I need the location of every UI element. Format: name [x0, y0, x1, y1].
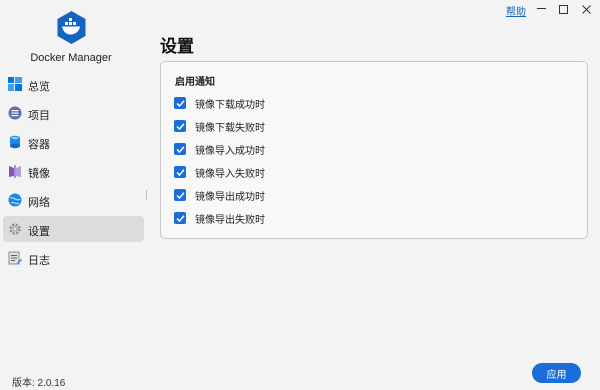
minimize-button[interactable] [529, 0, 553, 18]
minimize-icon [536, 8, 546, 9]
checkbox-label: 镜像导出失败时 [195, 214, 265, 226]
apply-button[interactable]: 应用 [532, 363, 581, 383]
checkbox-label: 镜像导入成功时 [195, 145, 265, 157]
sidebar-item-logs[interactable]: 日志 [3, 245, 144, 271]
sidebar-item-containers[interactable]: 容器 [3, 129, 144, 155]
option-image-export-success[interactable]: 镜像导出成功时 [174, 188, 265, 203]
check-icon [175, 214, 185, 222]
checkbox[interactable] [174, 212, 186, 224]
sidebar-item-overview[interactable]: 总览 [3, 71, 144, 97]
sidebar-item-label: 总览 [28, 81, 50, 93]
panel-header: 启用通知 [175, 77, 215, 88]
sidebar-item-label: 容器 [28, 139, 50, 151]
close-icon [581, 4, 591, 14]
sidebar-item-network[interactable]: 网络 [3, 187, 144, 213]
option-image-export-failure[interactable]: 镜像导出失败时 [174, 211, 265, 226]
version-label: 版本: 2.0.16 [12, 378, 66, 389]
help-link[interactable]: 帮助 [506, 3, 526, 18]
sidebar-item-settings[interactable]: 设置 [3, 216, 144, 242]
globe-icon [8, 193, 22, 207]
close-button[interactable] [574, 0, 598, 18]
maximize-button[interactable] [551, 0, 575, 18]
checkbox-label: 镜像下载成功时 [195, 99, 265, 111]
list-icon [8, 106, 22, 120]
sidebar-item-projects[interactable]: 项目 [3, 100, 144, 126]
notification-panel: 启用通知 镜像下载成功时 镜像下载失败时 镜像导入成功时 镜像导入失败时 镜像导… [160, 61, 588, 239]
gear-icon [8, 222, 22, 236]
sidebar-item-label: 网络 [28, 197, 50, 209]
docker-whale-icon [57, 11, 86, 44]
database-icon [8, 135, 22, 149]
checkbox-label: 镜像下载失败时 [195, 122, 265, 134]
log-icon [8, 251, 22, 265]
checkbox[interactable] [174, 120, 186, 132]
sidebar-item-label: 设置 [28, 226, 50, 238]
sidebar-item-label: 项目 [28, 110, 50, 122]
sidebar: Docker Manager 总览 项目 容器 镜像 网络 设置 日志 版本: … [0, 0, 150, 390]
option-image-import-failure[interactable]: 镜像导入失败时 [174, 165, 265, 180]
check-icon [175, 145, 185, 153]
sidebar-item-label: 日志 [28, 255, 50, 267]
check-icon [175, 99, 185, 107]
page-title: 设置 [160, 37, 194, 56]
option-image-download-success[interactable]: 镜像下载成功时 [174, 96, 265, 111]
maximize-icon [558, 4, 568, 14]
check-icon [175, 168, 185, 176]
mirror-icon [8, 164, 22, 178]
app-name: Docker Manager [30, 52, 112, 64]
sidebar-splitter[interactable] [146, 190, 147, 200]
sidebar-item-label: 镜像 [28, 168, 50, 180]
checkbox-label: 镜像导出成功时 [195, 191, 265, 203]
option-image-import-success[interactable]: 镜像导入成功时 [174, 142, 265, 157]
option-image-download-failure[interactable]: 镜像下载失败时 [174, 119, 265, 134]
sidebar-nav: 总览 项目 容器 镜像 网络 设置 日志 [3, 71, 144, 274]
windows-grid-icon [8, 77, 22, 91]
check-icon [175, 122, 185, 130]
checkbox[interactable] [174, 189, 186, 201]
checkbox-label: 镜像导入失败时 [195, 168, 265, 180]
checkbox[interactable] [174, 143, 186, 155]
sidebar-item-images[interactable]: 镜像 [3, 158, 144, 184]
check-icon [175, 191, 185, 199]
checkbox[interactable] [174, 97, 186, 109]
checkbox[interactable] [174, 166, 186, 178]
